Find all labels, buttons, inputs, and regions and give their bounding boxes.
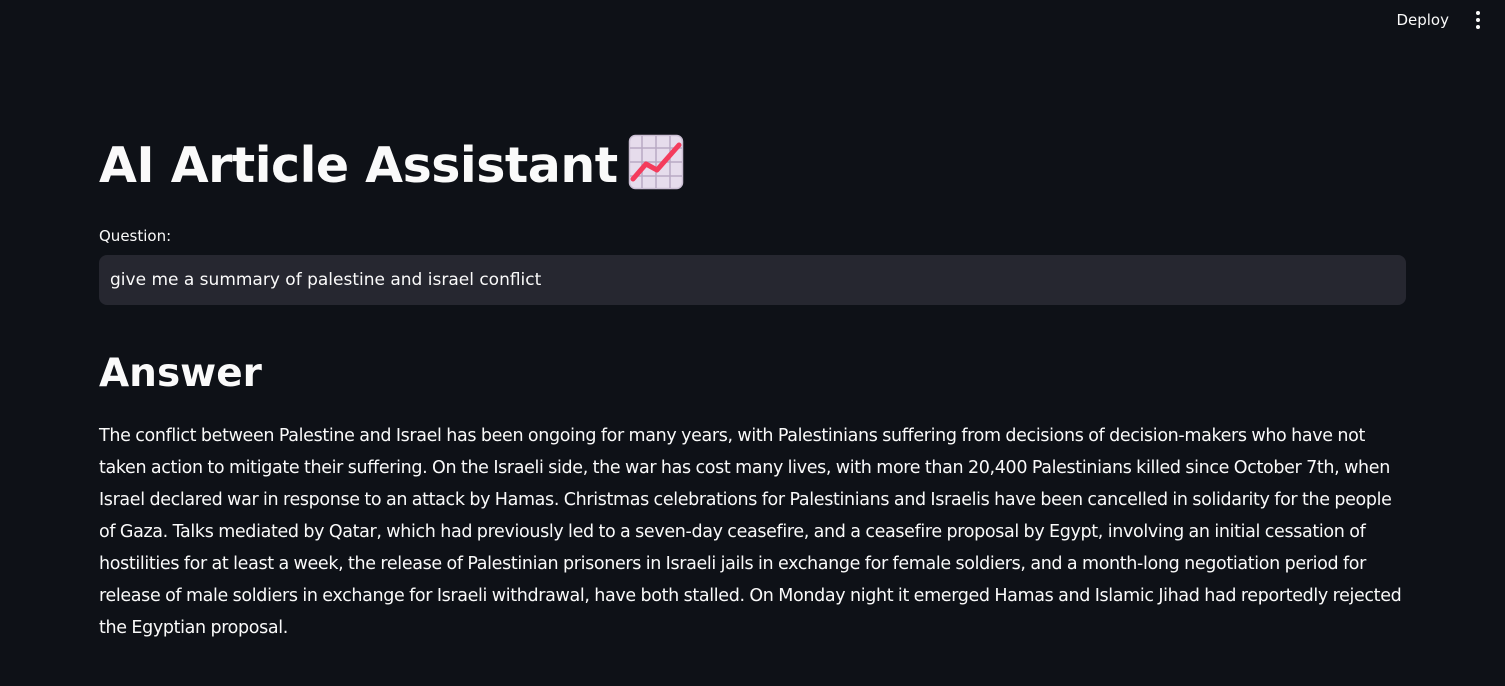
answer-text: The conflict between Palestine and Israe…: [99, 426, 1402, 638]
menu-dot: [1476, 25, 1480, 29]
answer-heading: Answer: [99, 351, 262, 396]
menu-dot: [1476, 11, 1480, 15]
page-title: AI Article Assistant: [99, 133, 684, 207]
question-input[interactable]: [99, 255, 1406, 305]
deploy-button[interactable]: Deploy: [1390, 8, 1455, 32]
page-title-text: AI Article Assistant: [99, 137, 618, 194]
question-label: Question:: [99, 227, 172, 245]
app-header: Deploy: [0, 0, 1505, 40]
vertical-ellipsis-icon[interactable]: [1467, 8, 1489, 32]
menu-dot: [1476, 18, 1480, 22]
chart-increasing-icon: [628, 134, 684, 207]
